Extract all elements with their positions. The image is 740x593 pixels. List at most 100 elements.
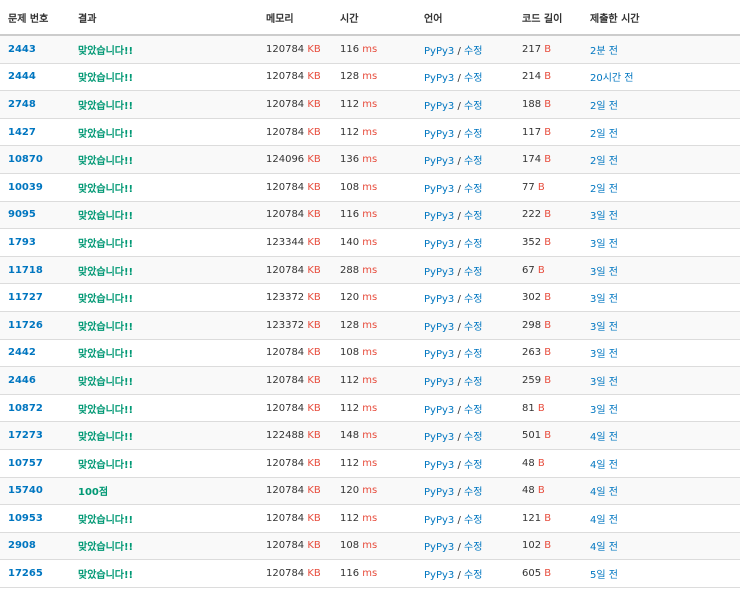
memory-cell: 120784 KB <box>258 449 332 478</box>
edit-link[interactable]: 수정 <box>464 515 482 526</box>
problem-cell: 9095 <box>0 201 70 230</box>
memory-cell: 123372 KB <box>258 283 332 312</box>
memory-cell: 120784 KB <box>258 256 332 285</box>
problem-link[interactable]: 11727 <box>8 292 43 303</box>
problem-link[interactable]: 2446 <box>8 375 36 386</box>
result-cell: 맞았습니다!! <box>70 90 258 119</box>
language-link[interactable]: PyPy3 <box>424 349 454 360</box>
submitted-time-link[interactable]: 2분 전 <box>590 46 618 57</box>
memory-unit: KB <box>307 402 321 414</box>
submitted-time-link[interactable]: 3일 전 <box>590 239 618 250</box>
submitted-time-link[interactable]: 20시간 전 <box>590 73 634 84</box>
memory-unit: KB <box>307 430 321 442</box>
problem-link[interactable]: 11726 <box>8 320 43 331</box>
language-cell: PyPy3 / 수정 <box>416 477 514 506</box>
edit-link[interactable]: 수정 <box>464 570 482 581</box>
edit-link[interactable]: 수정 <box>464 184 482 195</box>
edit-link[interactable]: 수정 <box>464 405 482 416</box>
submitted-time-link[interactable]: 2일 전 <box>590 184 618 195</box>
language-link[interactable]: PyPy3 <box>424 156 454 167</box>
submitted-time-link[interactable]: 4일 전 <box>590 487 618 498</box>
submitted-time-link[interactable]: 4일 전 <box>590 542 618 553</box>
problem-link[interactable]: 2442 <box>8 347 36 358</box>
submitted-time-link[interactable]: 4일 전 <box>590 515 618 526</box>
language-link[interactable]: PyPy3 <box>424 129 454 140</box>
language-link[interactable]: PyPy3 <box>424 487 454 498</box>
problem-link[interactable]: 11718 <box>8 265 43 276</box>
submitted-time-link[interactable]: 3일 전 <box>590 294 618 305</box>
edit-link[interactable]: 수정 <box>464 542 482 553</box>
language-link[interactable]: PyPy3 <box>424 267 454 278</box>
edit-link[interactable]: 수정 <box>464 129 482 140</box>
problem-link[interactable]: 17265 <box>8 568 43 579</box>
language-link[interactable]: PyPy3 <box>424 570 454 581</box>
submitted-time-link[interactable]: 2일 전 <box>590 101 618 112</box>
memory-unit: KB <box>307 485 321 497</box>
language-link[interactable]: PyPy3 <box>424 460 454 471</box>
submitted-time-link[interactable]: 3일 전 <box>590 211 618 222</box>
problem-link[interactable]: 2748 <box>8 99 36 110</box>
language-link[interactable]: PyPy3 <box>424 211 454 222</box>
submitted-time-link[interactable]: 5일 전 <box>590 570 618 581</box>
edit-link[interactable]: 수정 <box>464 294 482 305</box>
edit-link[interactable]: 수정 <box>464 73 482 84</box>
submitted-time-link[interactable]: 3일 전 <box>590 405 618 416</box>
submitted-time-link[interactable]: 2일 전 <box>590 129 618 140</box>
language-link[interactable]: PyPy3 <box>424 405 454 416</box>
problem-link[interactable]: 17273 <box>8 430 43 441</box>
problem-link[interactable]: 2443 <box>8 44 36 55</box>
edit-link[interactable]: 수정 <box>464 322 482 333</box>
problem-link[interactable]: 10953 <box>8 513 43 524</box>
problem-link[interactable]: 1793 <box>8 237 36 248</box>
edit-link[interactable]: 수정 <box>464 46 482 57</box>
problem-link[interactable]: 9095 <box>8 209 36 220</box>
problem-link[interactable]: 10872 <box>8 403 43 414</box>
problem-link[interactable]: 10039 <box>8 182 43 193</box>
language-link[interactable]: PyPy3 <box>424 101 454 112</box>
edit-link[interactable]: 수정 <box>464 460 482 471</box>
edit-link[interactable]: 수정 <box>464 101 482 112</box>
language-link[interactable]: PyPy3 <box>424 239 454 250</box>
language-link[interactable]: PyPy3 <box>424 184 454 195</box>
time-value: 116 <box>340 43 360 55</box>
edit-link[interactable]: 수정 <box>464 211 482 222</box>
edit-link[interactable]: 수정 <box>464 349 482 360</box>
time-cell: 148 ms <box>332 421 416 450</box>
language-link[interactable]: PyPy3 <box>424 73 454 84</box>
result-text: 맞았습니다!! <box>78 376 134 388</box>
submitted-time-link[interactable]: 3일 전 <box>590 267 618 278</box>
problem-link[interactable]: 2444 <box>8 71 36 82</box>
submitted-time-link[interactable]: 3일 전 <box>590 349 618 360</box>
language-link[interactable]: PyPy3 <box>424 542 454 553</box>
language-link[interactable]: PyPy3 <box>424 294 454 305</box>
time-unit: ms <box>362 540 378 552</box>
time-cell: 116 ms <box>332 35 416 64</box>
problem-link[interactable]: 1427 <box>8 127 36 138</box>
edit-link[interactable]: 수정 <box>464 239 482 250</box>
language-link[interactable]: PyPy3 <box>424 515 454 526</box>
language-cell: PyPy3 / 수정 <box>416 201 514 230</box>
problem-link[interactable]: 2908 <box>8 540 36 551</box>
problem-link[interactable]: 10757 <box>8 458 43 469</box>
edit-link[interactable]: 수정 <box>464 156 482 167</box>
problem-link[interactable]: 15740 <box>8 485 43 496</box>
edit-link[interactable]: 수정 <box>464 432 482 443</box>
edit-link[interactable]: 수정 <box>464 267 482 278</box>
language-link[interactable]: PyPy3 <box>424 46 454 57</box>
submitted-time-link[interactable]: 3일 전 <box>590 377 618 388</box>
submitted-time-link[interactable]: 2일 전 <box>590 156 618 167</box>
language-link[interactable]: PyPy3 <box>424 322 454 333</box>
submitted-time-link[interactable]: 4일 전 <box>590 432 618 443</box>
edit-link[interactable]: 수정 <box>464 487 482 498</box>
language-cell: PyPy3 / 수정 <box>416 228 514 257</box>
submitted-time-link[interactable]: 4일 전 <box>590 460 618 471</box>
result-cell: 맞았습니다!! <box>70 532 258 561</box>
language-cell: PyPy3 / 수정 <box>416 559 514 588</box>
edit-link[interactable]: 수정 <box>464 377 482 388</box>
submitted-time-link[interactable]: 3일 전 <box>590 322 618 333</box>
problem-link[interactable]: 10870 <box>8 154 43 165</box>
language-link[interactable]: PyPy3 <box>424 432 454 443</box>
language-link[interactable]: PyPy3 <box>424 377 454 388</box>
submitted-cell: 5일 전 <box>582 559 740 588</box>
memory-unit: KB <box>307 540 321 552</box>
